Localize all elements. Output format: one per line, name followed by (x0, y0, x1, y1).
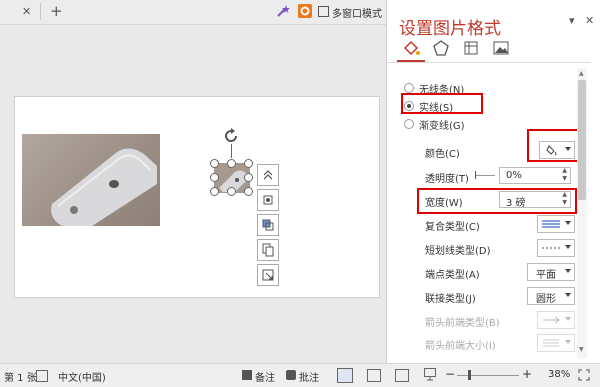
crop-icon[interactable] (257, 189, 279, 211)
rotate-connector (231, 144, 232, 158)
status-bar: 第 1 张 中文(中国) 备注 批注 − + 38% (0, 363, 600, 387)
resize-handle-top[interactable] (227, 159, 236, 168)
join-type-dropdown[interactable]: 圆形 (527, 287, 575, 305)
radio-gradient-line-circle[interactable] (404, 119, 414, 129)
arrow-begin-size-dropdown (537, 334, 575, 352)
chevron-down-icon (565, 245, 571, 249)
reading-view-icon[interactable] (395, 369, 409, 382)
resize-handle-left[interactable] (210, 173, 219, 182)
transparency-value: 0% (506, 170, 522, 181)
arrow-begin-type-dropdown (537, 311, 575, 329)
color-label: 颜色(C) (425, 149, 460, 160)
resize-handle-right[interactable] (244, 173, 253, 182)
multi-window-mode-button[interactable]: 多窗口模式 (332, 5, 382, 20)
zoom-level[interactable]: 38% (548, 369, 570, 380)
multi-window-icon (318, 6, 329, 17)
zoom-in-button[interactable]: + (522, 367, 532, 381)
radio-no-line-circle[interactable] (404, 83, 414, 93)
normal-view-icon[interactable] (337, 368, 353, 383)
zoom-slider-thumb[interactable] (468, 370, 471, 380)
arrow-begin-size-label: 箭头前端大小(I) (425, 341, 496, 352)
chevron-down-icon (565, 340, 571, 344)
compound-type-row: 复合类型(C) (387, 213, 583, 235)
highlight-box-color (527, 129, 583, 162)
new-tab-button[interactable]: + (50, 2, 63, 20)
panel-title: 设置图片格式 (399, 19, 501, 39)
arrange-layers-icon[interactable] (257, 214, 279, 236)
transparency-slider[interactable] (475, 175, 495, 176)
join-type-value: 圆形 (536, 294, 556, 305)
chevron-down-icon (565, 317, 571, 321)
chevron-down-icon (565, 269, 571, 273)
tab-picture[interactable] (491, 38, 511, 58)
notes-button[interactable]: 备注 (255, 369, 275, 384)
dash-type-dropdown[interactable] (537, 239, 575, 257)
slideshow-icon[interactable] (424, 368, 436, 381)
close-tab-button[interactable]: ✕ (22, 5, 31, 18)
panel-scrollbar-thumb[interactable] (578, 80, 586, 200)
cap-type-dropdown[interactable]: 平面 (527, 263, 575, 281)
compound-type-dropdown[interactable] (537, 215, 575, 233)
notes-icon[interactable] (242, 370, 252, 380)
join-type-label: 联接类型(J) (425, 294, 476, 305)
transparency-row: 透明度(T) 0% ▲ ▼ (387, 165, 583, 187)
tab-size-properties[interactable] (461, 38, 481, 58)
gear-icon[interactable] (298, 4, 312, 18)
arrow-begin-type-row: 箭头前端类型(B) (387, 309, 583, 331)
slide-count: 第 1 张 (4, 373, 37, 384)
panel-close-icon[interactable]: ✕ (585, 14, 594, 27)
phone-photo-image[interactable] (22, 134, 160, 226)
cap-type-label: 端点类型(A) (425, 270, 480, 281)
chevron-down-icon (565, 221, 571, 225)
scroll-down-icon[interactable]: ▼ (579, 346, 584, 353)
tab-divider (40, 3, 41, 20)
magic-wand-icon[interactable] (276, 4, 290, 18)
copy-format-icon[interactable] (257, 239, 279, 261)
arrow-begin-type-label: 箭头前端类型(B) (425, 318, 500, 329)
zoom-out-button[interactable]: − (445, 367, 455, 381)
tab-fill-line[interactable] (401, 38, 421, 58)
slide-sorter-icon[interactable] (367, 369, 381, 382)
resize-handle-bottom[interactable] (227, 187, 236, 196)
zoom-slider[interactable] (457, 375, 519, 376)
join-type-row: 联接类型(J) 圆形 (387, 285, 583, 307)
tab-effects[interactable] (431, 38, 451, 58)
highlight-box-width (417, 188, 577, 214)
radio-gradient-line-label: 渐变线(G) (419, 121, 465, 132)
transparency-slider-thumb[interactable] (475, 171, 476, 179)
dash-type-row: 短划线类型(D) (387, 237, 583, 259)
compound-type-label: 复合类型(C) (425, 222, 480, 233)
cap-type-value: 平面 (536, 270, 556, 281)
comments-button[interactable]: 批注 (299, 369, 319, 384)
dash-type-label: 短划线类型(D) (425, 246, 491, 257)
document-tab-bar: ✕ + 多窗口模式 (0, 0, 386, 25)
transparency-label: 透明度(T) (425, 174, 469, 185)
chevron-down-icon (565, 293, 571, 297)
language-indicator[interactable]: 中文(中国) (58, 369, 106, 384)
collapse-up-icon[interactable] (257, 164, 279, 186)
resize-handle-bottom-left[interactable] (210, 187, 219, 196)
resize-corner-icon[interactable] (257, 264, 279, 286)
resize-handle-bottom-right[interactable] (244, 187, 253, 196)
spell-check-icon[interactable] (36, 370, 48, 382)
resize-handle-top-left[interactable] (210, 159, 219, 168)
fit-to-window-icon[interactable] (578, 369, 590, 381)
resize-handle-top-right[interactable] (244, 159, 253, 168)
arrow-begin-size-row: 箭头前端大小(I) (387, 332, 583, 354)
rotate-handle-icon[interactable] (223, 128, 239, 144)
transparency-input[interactable]: 0% ▲ ▼ (499, 167, 571, 184)
spinner-icon[interactable]: ▲ ▼ (562, 167, 567, 183)
panel-tab-divider (387, 62, 591, 63)
comments-icon[interactable] (286, 370, 296, 380)
panel-options-chevron-down-icon[interactable]: ▾ (569, 14, 575, 27)
cap-type-row: 端点类型(A) 平面 (387, 261, 583, 283)
scroll-up-icon[interactable]: ▲ (579, 70, 584, 77)
highlight-box-solid-line (401, 93, 483, 114)
format-picture-panel: 设置图片格式 ▾ ✕ 无线条(N) 实线(S) 渐变线(G) 颜色(C) 透明度… (386, 0, 600, 363)
